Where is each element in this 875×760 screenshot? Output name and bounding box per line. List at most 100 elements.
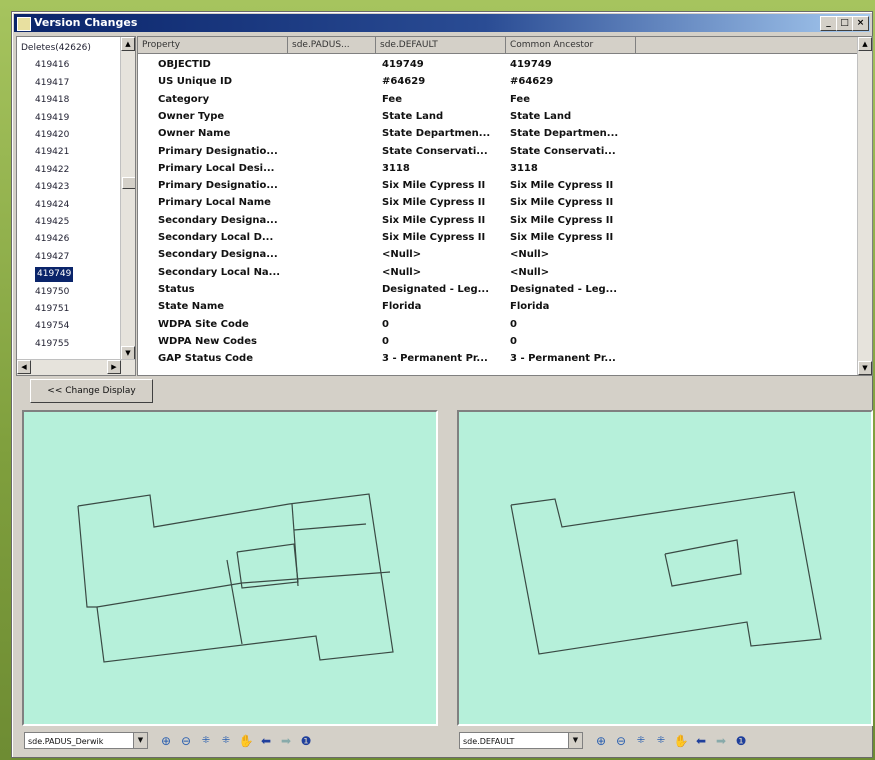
tree-node[interactable]: 419425 — [35, 215, 69, 230]
version-tree[interactable]: ▲ ▼ ◀ ▶ Deletes(42626) 419416 419417 419418… — [16, 36, 136, 376]
table-row[interactable]: Primary Designatio... State Conservati...… — [138, 143, 838, 160]
tree-node[interactable]: 419420 — [35, 128, 69, 143]
zoom-out-icon[interactable]: ⊖ — [613, 733, 629, 749]
back-icon[interactable]: ⬅ — [258, 733, 274, 749]
scroll-down-icon[interactable]: ▼ — [858, 361, 872, 375]
title-bar: Version Changes _ □ × — [14, 14, 870, 32]
scroll-up-icon[interactable]: ▲ — [121, 37, 135, 51]
tree-node[interactable]: 419418 — [35, 93, 69, 108]
tree-node[interactable]: 419751 — [35, 302, 69, 317]
fixed-zoom-out-icon[interactable]: ⁜ — [653, 733, 669, 749]
tree-vertical-scrollbar[interactable]: ▲ ▼ — [120, 37, 135, 360]
property-value-cell: Six Mile Cypress II — [382, 214, 486, 226]
grid-header: Property sde.PADUS... sde.DEFAULT Common… — [138, 37, 858, 54]
left-version-select[interactable]: sde.PADUS_Derwik ▼ — [24, 732, 148, 749]
tree-node[interactable]: 419755 — [35, 337, 69, 352]
tree-node[interactable]: 419416 — [35, 58, 69, 73]
column-header-edit-version[interactable]: sde.PADUS... — [288, 37, 376, 53]
pan-icon[interactable]: ✋ — [238, 733, 254, 749]
column-header-target-version[interactable]: sde.DEFAULT — [376, 37, 506, 53]
zoom-in-icon[interactable]: ⊕ — [593, 733, 609, 749]
column-header-property[interactable]: Property — [138, 37, 288, 53]
tree-node[interactable]: 419424 — [35, 198, 69, 213]
table-row[interactable]: Status Designated - Leg... Designated - Le… — [138, 281, 838, 298]
property-name-cell: Primary Designatio... — [158, 180, 278, 192]
table-row[interactable]: GAP Status Code 3 - Permanent Pr... 3 - Pe… — [138, 350, 838, 367]
property-value-cell: State Conservati... — [510, 145, 616, 157]
change-display-button[interactable]: << Change Display — [30, 379, 153, 403]
left-map-view[interactable] — [22, 410, 438, 726]
tree-node[interactable]: 419423 — [35, 180, 69, 195]
tree-node[interactable]: 419427 — [35, 250, 69, 265]
table-row[interactable]: Owner Type State Land State Land — [138, 108, 838, 125]
parcel-outline — [510, 491, 822, 655]
forward-icon[interactable]: ➡ — [278, 733, 294, 749]
close-button[interactable]: × — [852, 16, 869, 31]
table-row[interactable]: US Unique ID #64629 #64629 — [138, 73, 838, 90]
tree-node[interactable]: 419426 — [35, 232, 69, 247]
right-version-value: sde.DEFAULT — [463, 737, 515, 746]
table-row[interactable]: State Name Florida Florida — [138, 298, 838, 315]
property-value-cell: 419749 — [510, 59, 552, 70]
tree-node[interactable]: 419749 — [35, 267, 74, 283]
tree-horizontal-scrollbar[interactable]: ◀ ▶ — [17, 359, 135, 375]
property-name-cell: Secondary Local D... — [158, 232, 274, 243]
tree-node[interactable]: 419754 — [35, 319, 69, 334]
property-value-cell: 0 — [510, 335, 517, 347]
table-row[interactable]: Primary Local Name Six Mile Cypress II Six… — [138, 194, 838, 211]
property-value-cell: Six Mile Cypress II — [510, 180, 614, 192]
tree-node[interactable]: 419419 — [35, 111, 69, 126]
fixed-zoom-out-icon[interactable]: ⁜ — [218, 733, 234, 749]
table-row[interactable]: Owner Name State Departmen... State Depart… — [138, 125, 838, 142]
maximize-button[interactable]: □ — [836, 16, 853, 31]
table-row[interactable]: Primary Designatio... Six Mile Cypress II… — [138, 177, 838, 194]
table-row[interactable]: Secondary Designa... Six Mile Cypress II S… — [138, 212, 838, 229]
identify-icon[interactable]: ❶ — [298, 733, 314, 749]
property-value-cell: Six Mile Cypress II — [510, 232, 614, 243]
tree-node[interactable]: 419750 — [35, 285, 69, 300]
property-name-cell: Status — [158, 283, 195, 295]
chevron-down-icon[interactable]: ▼ — [133, 733, 147, 748]
fixed-zoom-in-icon[interactable]: ⁜ — [633, 733, 649, 749]
table-row[interactable]: Primary Local Desi... 3118 3118 — [138, 160, 838, 177]
grid-vertical-scrollbar[interactable]: ▲ ▼ — [857, 37, 872, 375]
property-value-cell: 0 — [382, 335, 389, 347]
zoom-out-icon[interactable]: ⊖ — [178, 733, 194, 749]
table-row[interactable]: Secondary Local D... Six Mile Cypress II S… — [138, 229, 838, 246]
property-value-cell: Six Mile Cypress II — [382, 197, 486, 209]
table-row[interactable]: Secondary Designa... <Null> <Null> — [138, 246, 838, 263]
minimize-button[interactable]: _ — [820, 16, 837, 31]
table-row[interactable]: Category Fee Fee — [138, 91, 838, 108]
scroll-up-icon[interactable]: ▲ — [858, 37, 872, 51]
parcel-inner-box — [664, 539, 742, 587]
property-name-cell: Owner Type — [158, 110, 225, 122]
forward-icon[interactable]: ➡ — [713, 733, 729, 749]
column-header-common-ancestor[interactable]: Common Ancestor — [506, 37, 636, 53]
property-grid: Property sde.PADUS... sde.DEFAULT Common… — [137, 36, 873, 376]
table-row[interactable]: OBJECTID 419749 419749 — [138, 56, 838, 73]
back-icon[interactable]: ⬅ — [693, 733, 709, 749]
tree-node[interactable]: 419422 — [35, 163, 69, 178]
table-row[interactable]: WDPA Site Code 0 0 — [138, 316, 838, 333]
scroll-thumb[interactable] — [122, 177, 135, 189]
table-row[interactable]: Secondary Local Na... <Null> <Null> — [138, 264, 838, 281]
right-map-view[interactable] — [457, 410, 873, 726]
property-value-cell: Designated - Leg... — [382, 283, 490, 295]
fixed-zoom-in-icon[interactable]: ⁜ — [198, 733, 214, 749]
zoom-in-icon[interactable]: ⊕ — [158, 733, 174, 749]
table-row[interactable]: WDPA New Codes 0 0 — [138, 333, 838, 350]
right-version-select[interactable]: sde.DEFAULT ▼ — [459, 732, 583, 749]
scroll-right-icon[interactable]: ▶ — [107, 360, 121, 374]
property-value-cell: <Null> — [382, 266, 422, 278]
identify-icon[interactable]: ❶ — [733, 733, 749, 749]
property-value-cell: Six Mile Cypress II — [510, 214, 614, 226]
tree-node[interactable]: Deletes(42626) — [21, 41, 91, 56]
chevron-down-icon[interactable]: ▼ — [568, 733, 582, 748]
scroll-down-icon[interactable]: ▼ — [121, 346, 135, 360]
pan-icon[interactable]: ✋ — [673, 733, 689, 749]
scroll-left-icon[interactable]: ◀ — [17, 360, 31, 374]
property-value-cell: Florida — [510, 301, 550, 313]
left-parcel-drawing — [77, 493, 394, 663]
tree-node[interactable]: 419417 — [35, 76, 69, 91]
tree-node[interactable]: 419421 — [35, 145, 69, 160]
